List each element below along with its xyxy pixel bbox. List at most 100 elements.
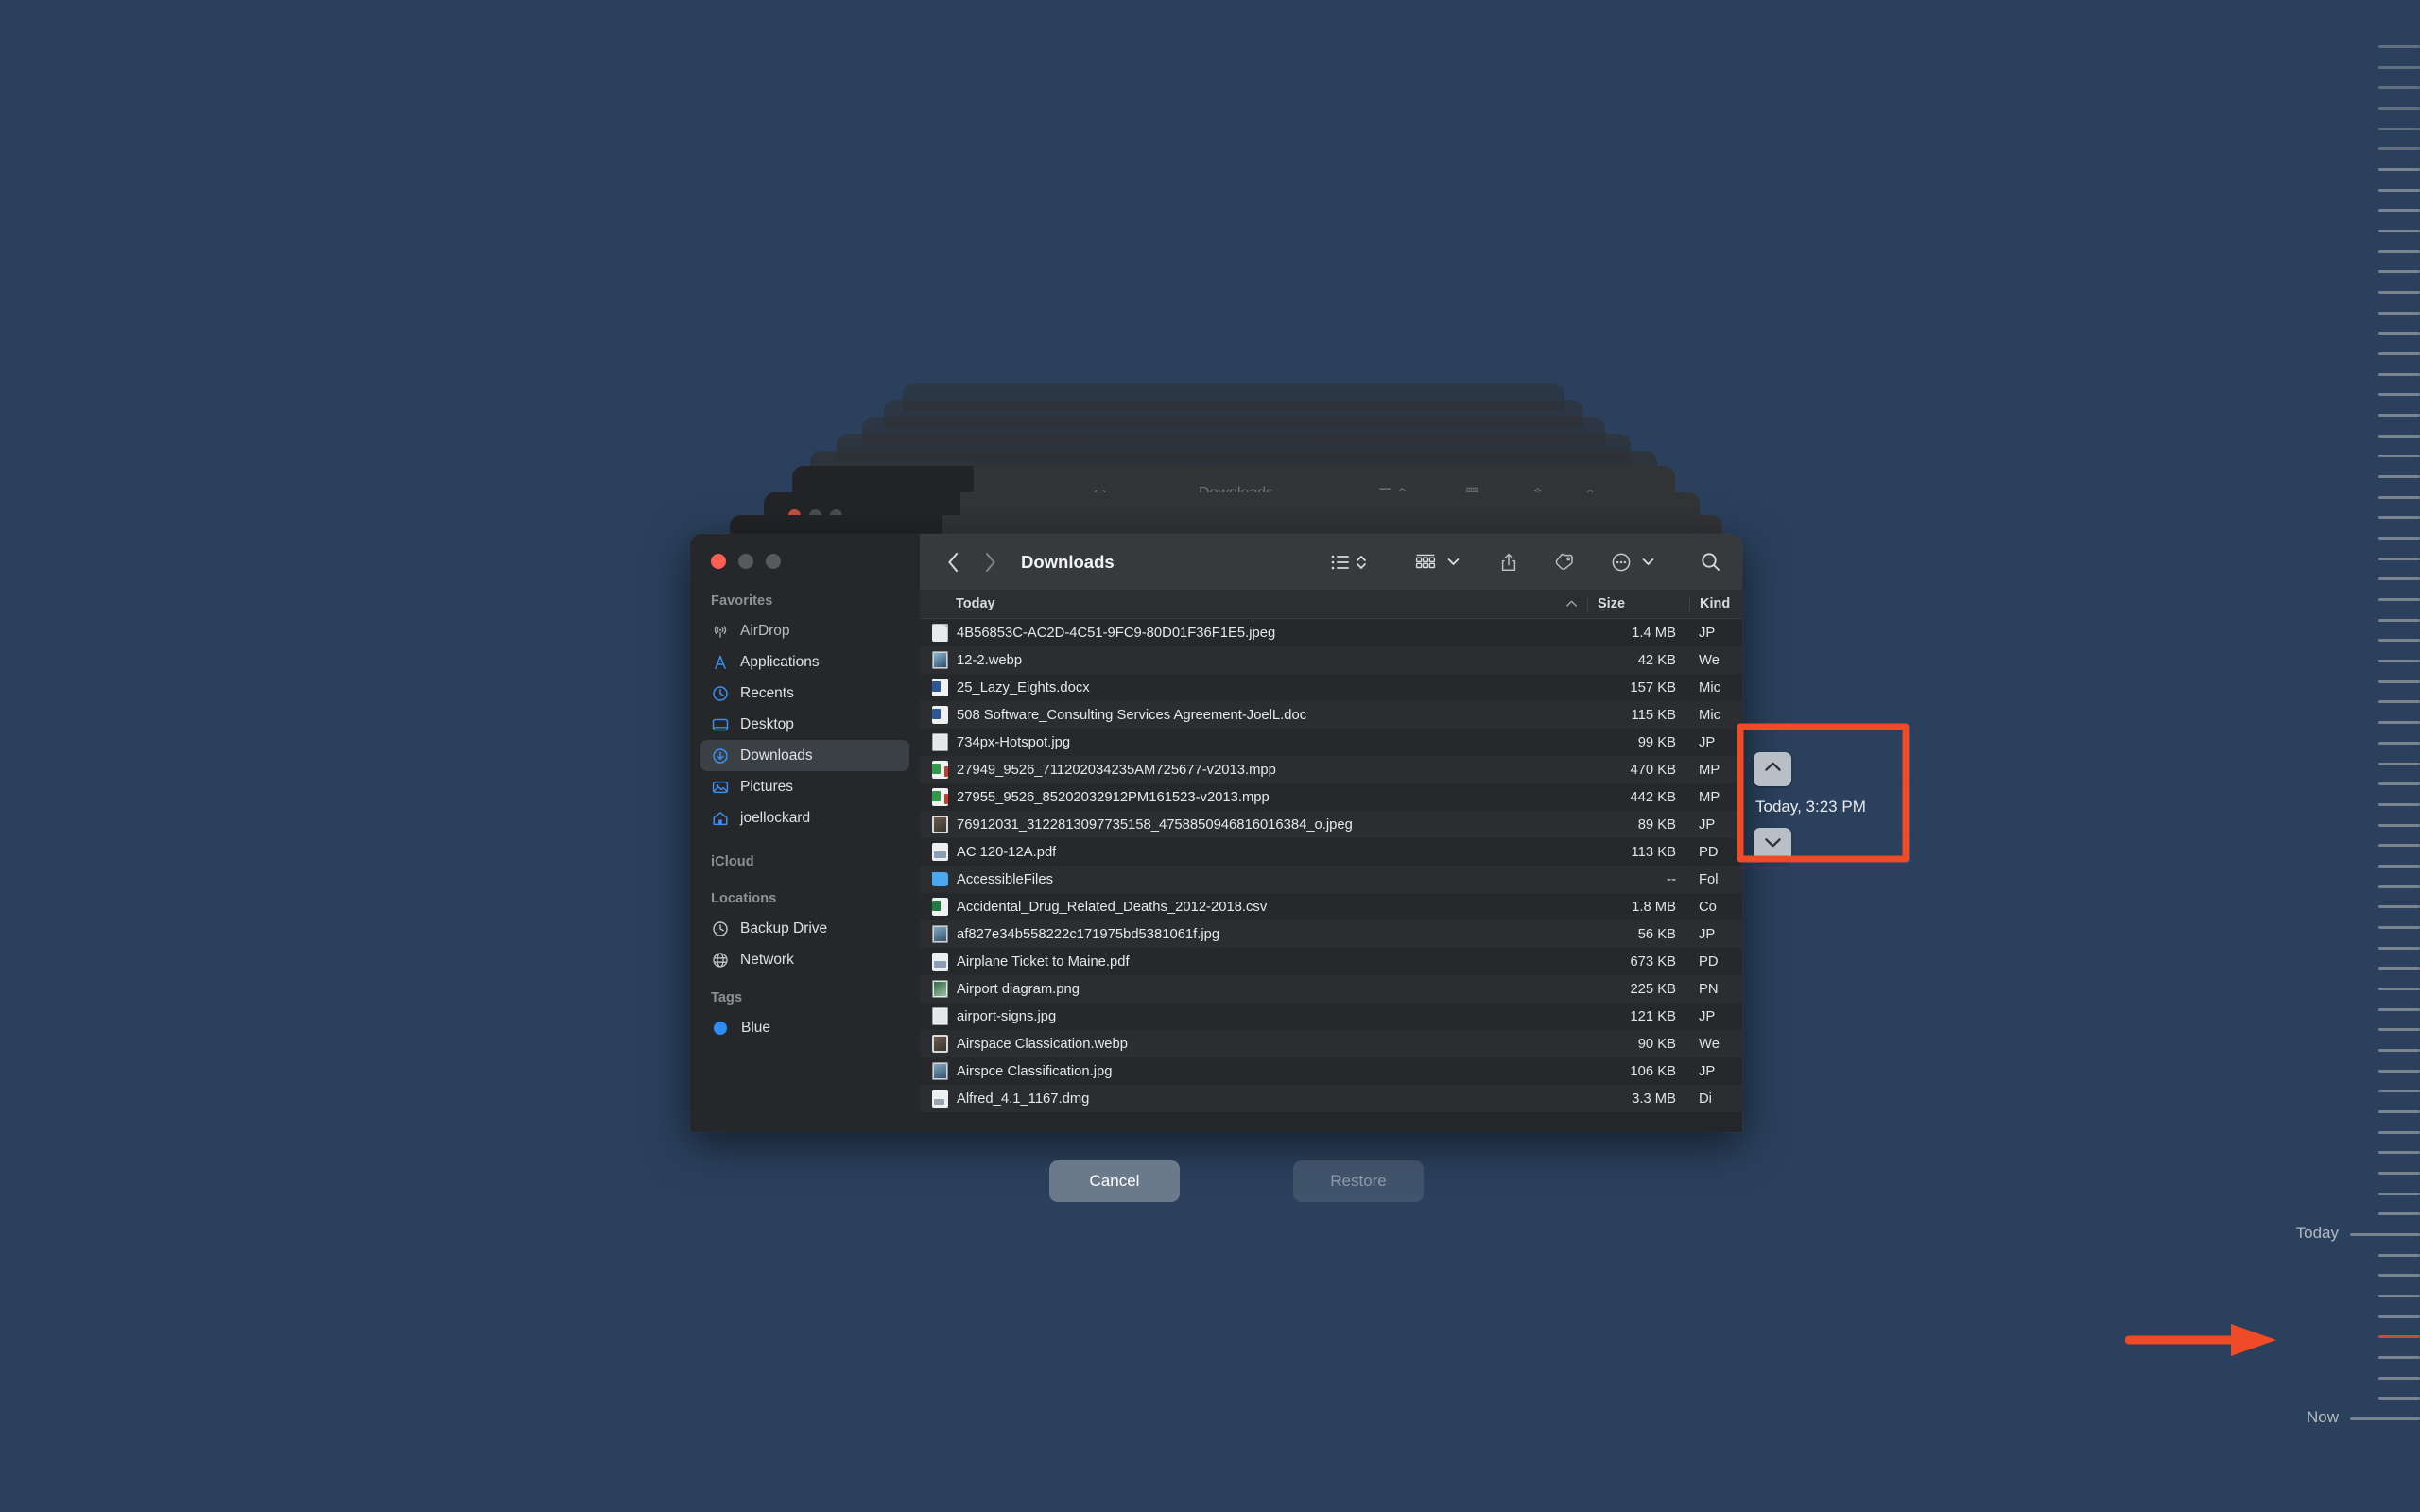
timeline-tick[interactable] [2378, 558, 2420, 560]
timeline-tick[interactable] [2378, 230, 2420, 232]
chevron-down-icon[interactable] [1443, 546, 1460, 578]
timeline-tick[interactable] [2378, 1070, 2420, 1073]
timeline-tick[interactable] [2378, 455, 2420, 457]
list-view-icon[interactable] [1325, 546, 1356, 578]
timeline-tick[interactable] [2378, 537, 2420, 540]
timeline-tick[interactable] [2378, 803, 2420, 806]
sidebar-item-tag-blue[interactable]: Blue [700, 1012, 909, 1043]
share-button[interactable] [1494, 546, 1524, 578]
timeline-tick[interactable] [2378, 414, 2420, 417]
table-row[interactable]: Airspce Classification.jpg106 KBJP [920, 1057, 1742, 1085]
timeline-tick[interactable] [2378, 1274, 2420, 1277]
timeline-tick[interactable] [2378, 1008, 2420, 1011]
timeline-tick[interactable] [2378, 1131, 2420, 1134]
timeline-tick[interactable] [2378, 45, 2420, 48]
minimize-button[interactable] [738, 554, 753, 569]
timeline-tick[interactable] [2378, 393, 2420, 396]
timeline-tick[interactable] [2378, 844, 2420, 847]
group-by-control[interactable] [1409, 546, 1460, 578]
timeline-tick[interactable] [2378, 947, 2420, 950]
sort-chevrons-icon[interactable] [1356, 546, 1373, 578]
timeline-tick[interactable] [2378, 1090, 2420, 1092]
column-header-name[interactable]: Today [920, 596, 1587, 611]
timeline-tick[interactable] [2378, 660, 2420, 662]
timeline-tick[interactable] [2378, 1212, 2420, 1215]
file-list[interactable]: 4B56853C-AC2D-4C51-9FC9-80D01F36F1E5.jpe… [920, 619, 1742, 1132]
timeline-tick[interactable] [2378, 373, 2420, 376]
timeline-tick[interactable] [2378, 291, 2420, 294]
more-ellipsis-icon[interactable] [1605, 546, 1637, 578]
table-row[interactable]: 12-2.webp42 KBWe [920, 646, 1742, 674]
timeline-tick[interactable] [2378, 1377, 2420, 1380]
timeline-tick[interactable] [2378, 270, 2420, 273]
table-row[interactable]: Airplane Ticket to Maine.pdf673 KBPD [920, 948, 1742, 975]
table-row[interactable]: airport-signs.jpg121 KBJP [920, 1003, 1742, 1030]
timeline-tick[interactable] [2378, 988, 2420, 990]
forward-button[interactable] [974, 546, 1006, 578]
timeline[interactable]: TodayNow [2307, 0, 2420, 1512]
sidebar-item-pictures[interactable]: Pictures [700, 771, 909, 802]
timeline-tick[interactable] [2378, 1397, 2420, 1400]
timeline-tick[interactable] [2378, 824, 2420, 827]
table-row[interactable]: 76912031_3122813097735158_47588509468160… [920, 811, 1742, 838]
sidebar-item-network[interactable]: Network [700, 944, 909, 975]
back-button[interactable] [937, 546, 969, 578]
timeline-tick[interactable] [2378, 577, 2420, 580]
timeline-tick[interactable] [2378, 1315, 2420, 1318]
snapshot-next-button[interactable] [1754, 828, 1791, 862]
timeline-tick[interactable] [2378, 1028, 2420, 1031]
table-row[interactable]: Airspace Classication.webp90 KBWe [920, 1030, 1742, 1057]
snapshot-previous-button[interactable] [1754, 752, 1791, 786]
table-row[interactable]: Alfred_4.1_1167.dmg3.3 MBDi [920, 1085, 1742, 1112]
table-row[interactable]: af827e34b558222c171975bd5381061f.jpg56 K… [920, 920, 1742, 948]
timeline-tick[interactable] [2378, 926, 2420, 929]
close-button[interactable] [711, 554, 726, 569]
timeline-tick[interactable] [2378, 700, 2420, 703]
sidebar-item-downloads[interactable]: Downloads [700, 740, 909, 771]
timeline-tick[interactable] [2378, 742, 2420, 745]
column-header-size[interactable]: Size [1587, 596, 1689, 611]
cancel-button[interactable]: Cancel [1049, 1160, 1180, 1202]
timeline-tick[interactable] [2378, 782, 2420, 785]
timeline-tick[interactable] [2378, 516, 2420, 519]
timeline-tick[interactable] [2378, 128, 2420, 130]
table-row[interactable]: 4B56853C-AC2D-4C51-9FC9-80D01F36F1E5.jpe… [920, 619, 1742, 646]
table-row[interactable]: Accidental_Drug_Related_Deaths_2012-2018… [920, 893, 1742, 920]
chevron-down-icon[interactable] [1637, 546, 1654, 578]
timeline-tick[interactable] [2378, 496, 2420, 499]
timeline-tick[interactable] [2378, 189, 2420, 192]
timeline-tick[interactable] [2378, 885, 2420, 888]
timeline-tick[interactable] [2378, 332, 2420, 335]
timeline-tick[interactable] [2378, 1151, 2420, 1154]
column-headers[interactable]: Today Size Kind [920, 590, 1742, 619]
timeline-tick[interactable] [2350, 1233, 2420, 1236]
timeline-tick[interactable] [2378, 1295, 2420, 1297]
table-row[interactable]: 27955_9526_85202032912PM161523-v2013.mpp… [920, 783, 1742, 811]
sidebar-item-backup-drive[interactable]: Backup Drive [700, 913, 909, 944]
timeline-tick[interactable] [2378, 209, 2420, 212]
table-row[interactable]: AC 120-12A.pdf113 KBPD [920, 838, 1742, 866]
table-row[interactable]: AccessibleFiles--Fol [920, 866, 1742, 893]
timeline-tick[interactable] [2378, 1172, 2420, 1175]
timeline-tick[interactable] [2378, 598, 2420, 601]
timeline-tick[interactable] [2378, 168, 2420, 171]
timeline-tick[interactable] [2378, 639, 2420, 642]
timeline-tick[interactable] [2378, 1356, 2420, 1359]
window-controls[interactable] [690, 534, 920, 569]
view-controls[interactable] [1325, 546, 1373, 578]
timeline-tick[interactable] [2378, 475, 2420, 478]
timeline-tick[interactable] [2378, 107, 2420, 110]
restore-button[interactable]: Restore [1293, 1160, 1424, 1202]
timeline-tick[interactable] [2378, 352, 2420, 355]
sidebar-item-recents[interactable]: Recents [700, 678, 909, 709]
sidebar-item-joellockard[interactable]: joellockard [700, 802, 909, 833]
finder-window[interactable]: Favorites AirDrop Applications [690, 534, 1742, 1132]
timeline-tick[interactable] [2378, 147, 2420, 150]
timeline-tick[interactable] [2378, 1049, 2420, 1052]
timeline-tick[interactable] [2378, 763, 2420, 765]
table-row[interactable]: 27949_9526_711202034235AM725677-v2013.mp… [920, 756, 1742, 783]
sidebar-item-desktop[interactable]: Desktop [700, 709, 909, 740]
timeline-tick[interactable] [2378, 865, 2420, 868]
timeline-tick[interactable] [2378, 905, 2420, 908]
search-button[interactable] [1694, 546, 1721, 578]
